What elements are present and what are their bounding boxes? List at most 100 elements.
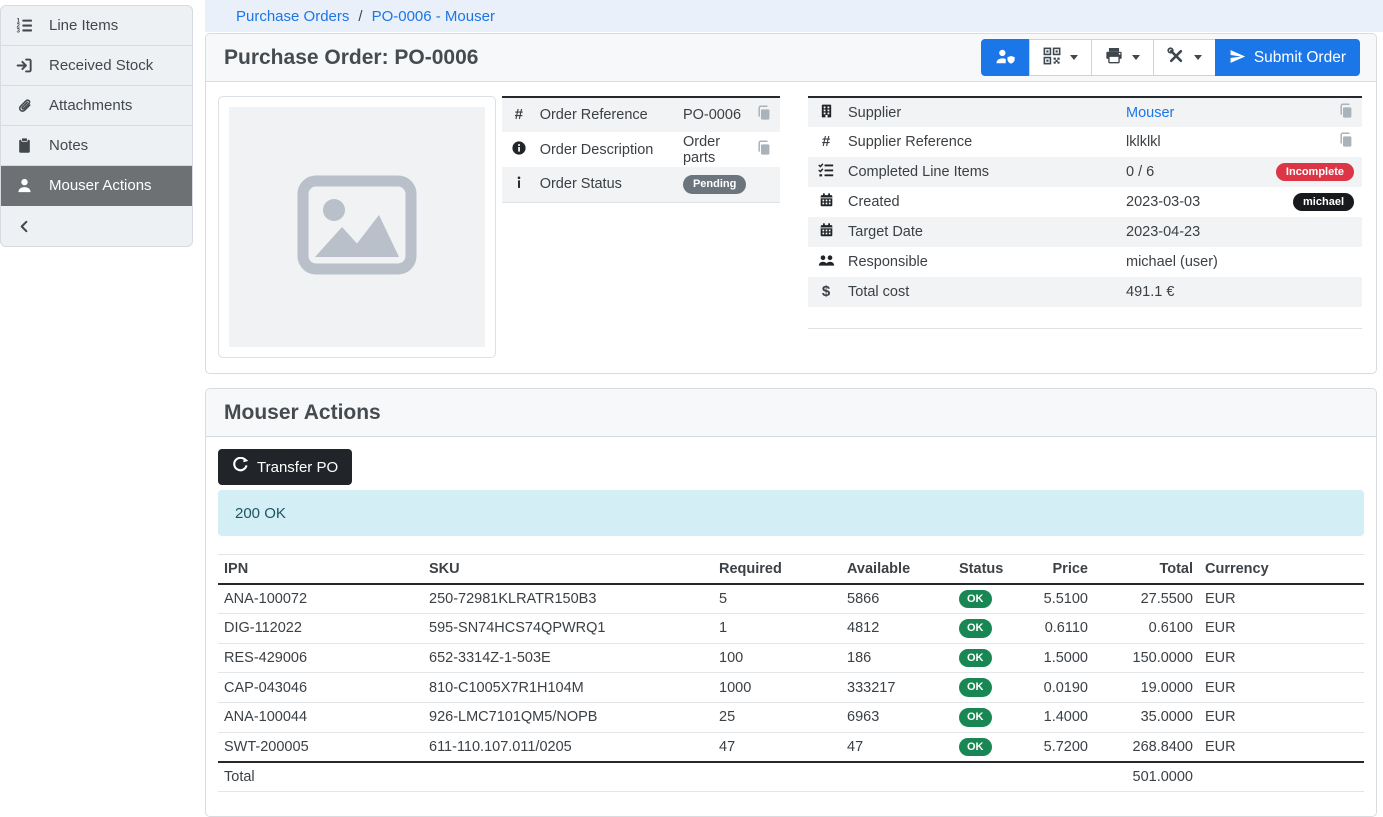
printer-icon: [1105, 47, 1123, 68]
column-header-available: Available: [841, 555, 953, 584]
cell-currency: EUR: [1199, 584, 1364, 614]
list-ol-icon: 1 2 3: [14, 17, 34, 34]
cell-required: 100: [713, 643, 841, 673]
ok-badge: OK: [959, 619, 992, 638]
transfer-po-label: Transfer PO: [257, 459, 338, 476]
cell-sku: 595-SN74HCS74QPWRQ1: [423, 614, 713, 644]
copy-icon[interactable]: [1338, 132, 1354, 152]
table-row: Completed Line Items 0 / 6 Incomplete: [808, 157, 1362, 187]
picture-icon: [296, 175, 418, 280]
cell-required: 1000: [713, 673, 841, 703]
cell-currency: EUR: [1199, 614, 1364, 644]
order-reference-table: # Order Reference PO-0006 Order Descript…: [502, 96, 780, 203]
user-badge: michael: [1293, 193, 1354, 212]
cell-sku: 652-3314Z-1-503E: [423, 643, 713, 673]
cell-ipn: CAP-043046: [218, 673, 423, 703]
table-row: Order Status Pending: [502, 167, 780, 202]
barcode-actions-button[interactable]: [1029, 39, 1092, 76]
qrcode-icon: [1043, 47, 1061, 68]
calendar-icon: [819, 226, 834, 242]
breadcrumb-link-current-order[interactable]: PO-0006 - Mouser: [372, 8, 495, 25]
status-alert: 200 OK: [218, 490, 1364, 536]
footer-total-label: Total: [218, 762, 423, 791]
transfer-po-button[interactable]: Transfer PO: [218, 449, 352, 485]
cell-currency: EUR: [1199, 732, 1364, 762]
caret-down-icon: [1070, 55, 1078, 60]
cell-currency: EUR: [1199, 703, 1364, 733]
mouser-line-items-table: IPN SKU Required Available Status Price …: [218, 554, 1364, 792]
svg-text:3: 3: [16, 29, 20, 34]
user-icon: [14, 177, 34, 194]
cell-price: 5.7200: [1036, 732, 1094, 762]
tools-icon: [1167, 47, 1185, 68]
cell-price: 5.5100: [1036, 584, 1094, 614]
detail-label: Supplier: [844, 97, 1122, 127]
detail-label: Order Description: [536, 132, 679, 167]
detail-value: PO-0006: [679, 97, 750, 132]
order-details-panel: Purchase Order: PO-0006: [205, 33, 1377, 374]
clipboard-icon: [14, 137, 34, 154]
copy-icon[interactable]: [756, 140, 772, 160]
table-row: DIG-112022 595-SN74HCS74QPWRQ1 1 4812 OK…: [218, 614, 1364, 644]
table-header-row: IPN SKU Required Available Status Price …: [218, 555, 1364, 584]
hash-icon: #: [822, 133, 830, 150]
order-image-card[interactable]: [218, 96, 496, 358]
image-placeholder: [229, 107, 485, 347]
order-options-button[interactable]: [1153, 39, 1216, 76]
sidebar-collapse-button[interactable]: [1, 206, 192, 246]
table-row: CAP-043046 810-C1005X7R1H104M 1000 33321…: [218, 673, 1364, 703]
detail-value: 2023-04-23: [1122, 217, 1258, 247]
submit-order-button[interactable]: Submit Order: [1215, 39, 1360, 76]
sidebar-item-mouser-actions[interactable]: Mouser Actions: [1, 166, 192, 206]
cell-required: 1: [713, 614, 841, 644]
mouser-actions-header: Mouser Actions: [206, 389, 1376, 437]
order-panel-body: # Order Reference PO-0006 Order Descript…: [206, 82, 1376, 373]
sidebar-item-line-items[interactable]: 1 2 3 Line Items: [1, 6, 192, 46]
supplier-link[interactable]: Mouser: [1126, 105, 1174, 121]
detail-value: michael (user): [1122, 247, 1258, 277]
cell-total: 35.0000: [1094, 703, 1199, 733]
detail-value: 491.1 €: [1122, 277, 1258, 307]
sidebar-item-notes[interactable]: Notes: [1, 126, 192, 166]
cell-available: 333217: [841, 673, 953, 703]
table-row: # Order Reference PO-0006: [502, 97, 780, 132]
table-row: Created 2023-03-03 michael: [808, 187, 1362, 217]
table-row: Responsible michael (user): [808, 247, 1362, 277]
cell-currency: EUR: [1199, 643, 1364, 673]
detail-label: Total cost: [844, 277, 1122, 307]
cell-total: 150.0000: [1094, 643, 1199, 673]
copy-icon[interactable]: [1338, 103, 1354, 123]
cell-required: 25: [713, 703, 841, 733]
incomplete-badge: Incomplete: [1276, 163, 1354, 182]
cell-available: 6963: [841, 703, 953, 733]
cell-sku: 810-C1005X7R1H104M: [423, 673, 713, 703]
ok-badge: OK: [959, 708, 992, 727]
detail-value: 2023-03-03: [1122, 187, 1258, 217]
cell-available: 4812: [841, 614, 953, 644]
copy-icon[interactable]: [756, 105, 772, 125]
detail-label: Responsible: [844, 247, 1122, 277]
detail-label: Order Reference: [536, 97, 679, 132]
table-row: $ Total cost 491.1 €: [808, 277, 1362, 307]
sidebar-item-attachments[interactable]: Attachments: [1, 86, 192, 126]
cell-currency: EUR: [1199, 673, 1364, 703]
print-actions-button[interactable]: [1091, 39, 1154, 76]
cell-ipn: SWT-200005: [218, 732, 423, 762]
submit-order-label: Submit Order: [1254, 49, 1346, 67]
column-header-ipn: IPN: [218, 555, 423, 584]
sidebar-item-label: Received Stock: [49, 57, 153, 74]
mouser-actions-body: Transfer PO 200 OK IPN SKU Required Avai…: [206, 437, 1376, 816]
dollar-icon: $: [822, 283, 830, 300]
breadcrumb-link-purchase-orders[interactable]: Purchase Orders: [236, 8, 349, 25]
table-spacer-row: [808, 307, 1362, 328]
cell-total: 19.0000: [1094, 673, 1199, 703]
admin-button[interactable]: [981, 39, 1030, 76]
right-to-bracket-icon: [14, 57, 34, 74]
ok-badge: OK: [959, 590, 992, 609]
sidebar-item-received-stock[interactable]: Received Stock: [1, 46, 192, 86]
ok-badge: OK: [959, 649, 992, 668]
cell-sku: 926-LMC7101QM5/NOPB: [423, 703, 713, 733]
mouser-actions-title: Mouser Actions: [224, 401, 381, 425]
column-header-required: Required: [713, 555, 841, 584]
ok-badge: OK: [959, 678, 992, 697]
